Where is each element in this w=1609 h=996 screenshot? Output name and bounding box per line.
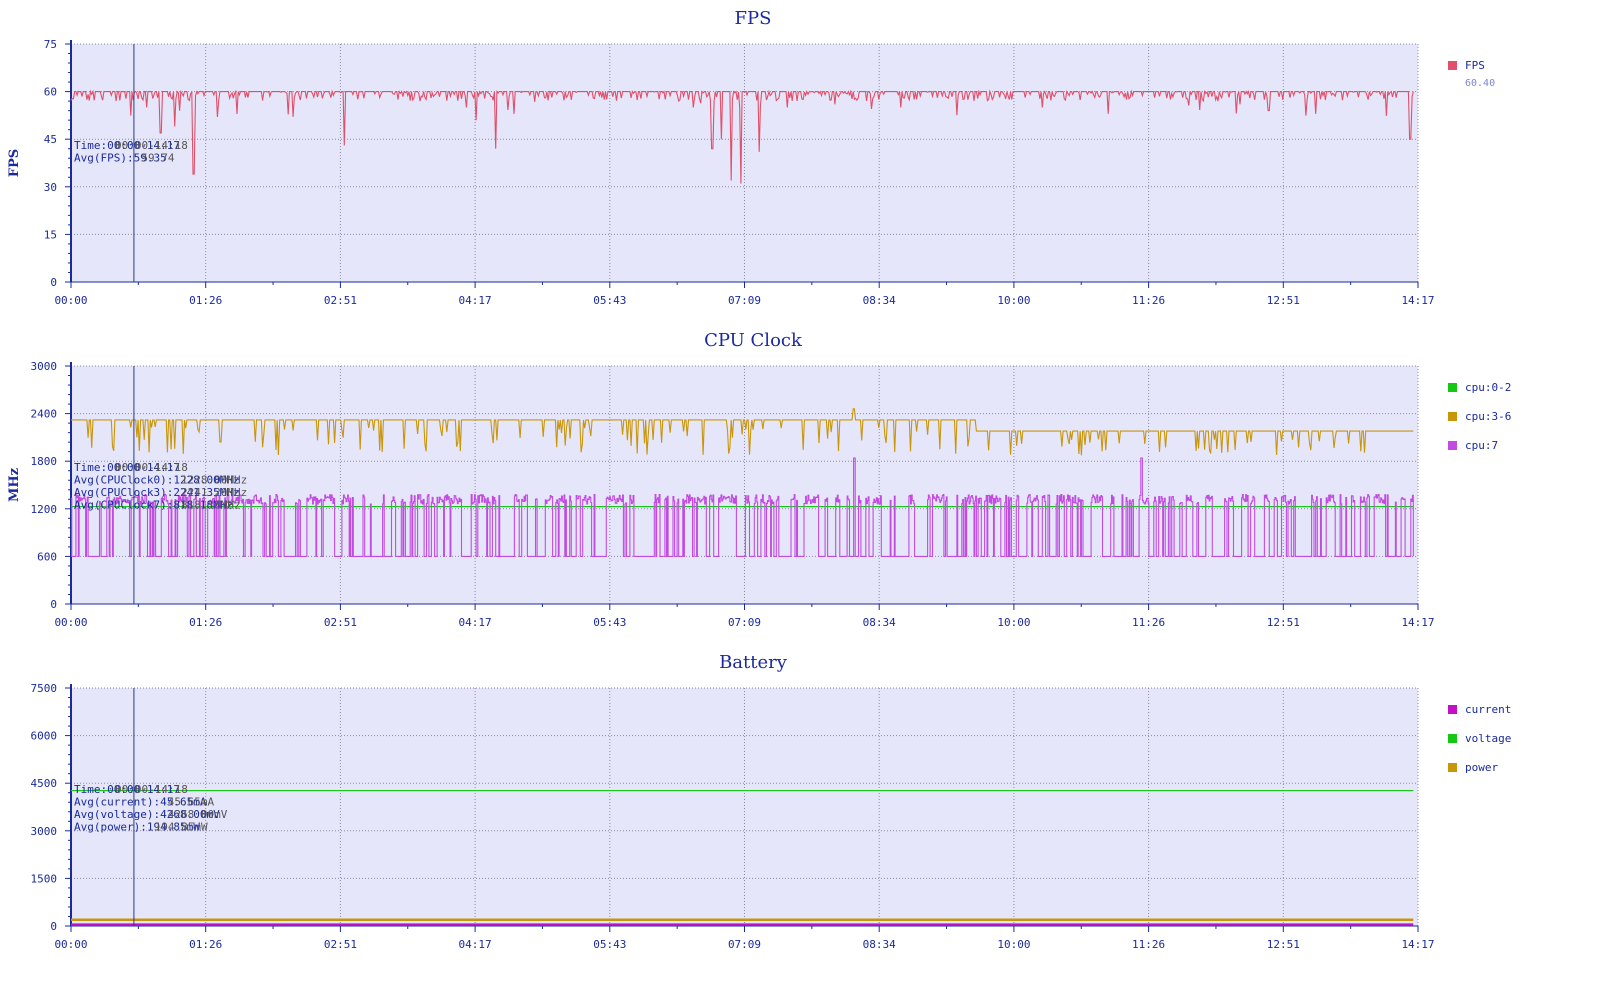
legend-swatch[interactable] <box>1448 412 1457 421</box>
chart-title: Battery <box>719 652 788 673</box>
legend-swatch[interactable] <box>1448 441 1457 450</box>
x-tick-label: 14:17 <box>1401 616 1434 629</box>
charts-canvas: FPS 0 15 30 45 60 75 00:00 01:26 02:51 04:17 05:43 0… <box>7 8 1512 951</box>
x-tick-label: 10:00 <box>997 616 1030 629</box>
x-tick-label: 14:17 <box>1401 294 1434 307</box>
x-tick-label: 14:17 <box>1401 938 1434 951</box>
y-tick-label: 0 <box>50 920 57 933</box>
x-tick-label: 05:43 <box>593 294 626 307</box>
x-tick-label: 11:26 <box>1132 294 1165 307</box>
y-tick-label: 30 <box>44 181 57 194</box>
plot-area <box>71 44 1418 282</box>
x-tick-label: 04:17 <box>459 294 492 307</box>
x-tick-label: 11:26 <box>1132 938 1165 951</box>
annotation-overlay: 59.74 <box>141 152 174 165</box>
annotation-overlay: 4268.00mV <box>168 808 228 821</box>
x-tick-label: 05:43 <box>593 938 626 951</box>
annotation-overlay: 45.65mA <box>168 796 215 809</box>
legend-swatch[interactable] <box>1448 383 1457 392</box>
annotation-overlay: 818.18MHz <box>181 499 241 512</box>
legend-swatch[interactable] <box>1448 705 1457 714</box>
y-tick-label: 6000 <box>31 730 58 743</box>
annotation-overlay: 2241.20MHz <box>181 486 247 499</box>
legend-value: 60.40 <box>1465 78 1495 89</box>
x-tick-label: 01:26 <box>189 616 222 629</box>
legend-label: power <box>1465 761 1498 774</box>
chart-title: FPS <box>735 8 772 29</box>
y-tick-label: 600 <box>37 550 57 563</box>
y-axis-label: MHz <box>7 468 22 502</box>
y-tick-label: 1200 <box>31 503 58 516</box>
x-tick-label: 11:26 <box>1132 616 1165 629</box>
x-tick-label: 05:43 <box>593 616 626 629</box>
x-tick-label: 10:00 <box>997 294 1030 307</box>
annotation-overlay: 00:00-14:18 <box>115 139 188 152</box>
chart-cpu: CPU Clock 0 600 1200 1800 2400 3000 00:00 01:26 0… <box>7 330 1511 629</box>
chart-battery: Battery 0 1500 3000 4500 6000 7500 00:00 01:26 02… <box>31 652 1512 951</box>
y-tick-label: 7500 <box>31 682 58 695</box>
legend-label: voltage <box>1465 732 1511 745</box>
legend-label: cpu:7 <box>1465 439 1498 452</box>
x-tick-label: 08:34 <box>863 616 896 629</box>
annotation-overlay: 00:00-14:18 <box>115 783 188 796</box>
x-tick-label: 00:00 <box>54 616 87 629</box>
y-tick-label: 4500 <box>31 777 58 790</box>
x-tick-label: 12:51 <box>1267 294 1300 307</box>
x-tick-label: 02:51 <box>324 616 357 629</box>
legend-label: cpu:0-2 <box>1465 381 1511 394</box>
y-tick-label: 0 <box>50 276 57 289</box>
y-tick-label: 0 <box>50 598 57 611</box>
y-tick-label: 3000 <box>31 825 58 838</box>
x-tick-label: 04:17 <box>459 616 492 629</box>
chart-fps: FPS 0 15 30 45 60 75 00:00 01:26 02:51 04:17 05:43 0… <box>7 8 1495 307</box>
legend-swatch[interactable] <box>1448 734 1457 743</box>
legend-swatch[interactable] <box>1448 763 1457 772</box>
y-axis-label: FPS <box>7 149 22 177</box>
performance-report: FPS 0 15 30 45 60 75 00:00 01:26 02:51 04:17 05:43 0… <box>0 0 1609 996</box>
x-tick-label: 00:00 <box>54 294 87 307</box>
x-tick-label: 00:00 <box>54 938 87 951</box>
x-tick-label: 12:51 <box>1267 616 1300 629</box>
legend-swatch[interactable] <box>1448 61 1457 70</box>
y-tick-label: 15 <box>44 228 57 241</box>
x-tick-label: 10:00 <box>997 938 1030 951</box>
x-tick-label: 07:09 <box>728 938 761 951</box>
x-tick-label: 02:51 <box>324 294 357 307</box>
annotation-overlay: 194.85mW <box>155 821 208 834</box>
y-tick-label: 2400 <box>31 408 58 421</box>
x-tick-label: 08:34 <box>863 294 896 307</box>
x-tick-label: 07:09 <box>728 616 761 629</box>
x-tick-label: 02:51 <box>324 938 357 951</box>
plot-area <box>71 366 1418 604</box>
chart-title: CPU Clock <box>704 330 803 351</box>
legend-label: cpu:3-6 <box>1465 410 1511 423</box>
x-tick-label: 01:26 <box>189 294 222 307</box>
plot-area <box>71 688 1418 926</box>
annotation-overlay: 00:00-14:18 <box>115 461 188 474</box>
x-tick-label: 08:34 <box>863 938 896 951</box>
legend-label: FPS <box>1465 59 1485 72</box>
y-tick-label: 1800 <box>31 455 58 468</box>
x-tick-label: 07:09 <box>728 294 761 307</box>
y-tick-label: 75 <box>44 38 57 51</box>
x-tick-label: 04:17 <box>459 938 492 951</box>
y-tick-label: 1500 <box>31 872 58 885</box>
x-tick-label: 12:51 <box>1267 938 1300 951</box>
annotation-overlay: 1228.00MHz <box>181 474 247 487</box>
y-tick-label: 45 <box>44 133 57 146</box>
legend-label: current <box>1465 703 1511 716</box>
x-tick-label: 01:26 <box>189 938 222 951</box>
y-tick-label: 3000 <box>31 360 58 373</box>
y-tick-label: 60 <box>44 86 57 99</box>
